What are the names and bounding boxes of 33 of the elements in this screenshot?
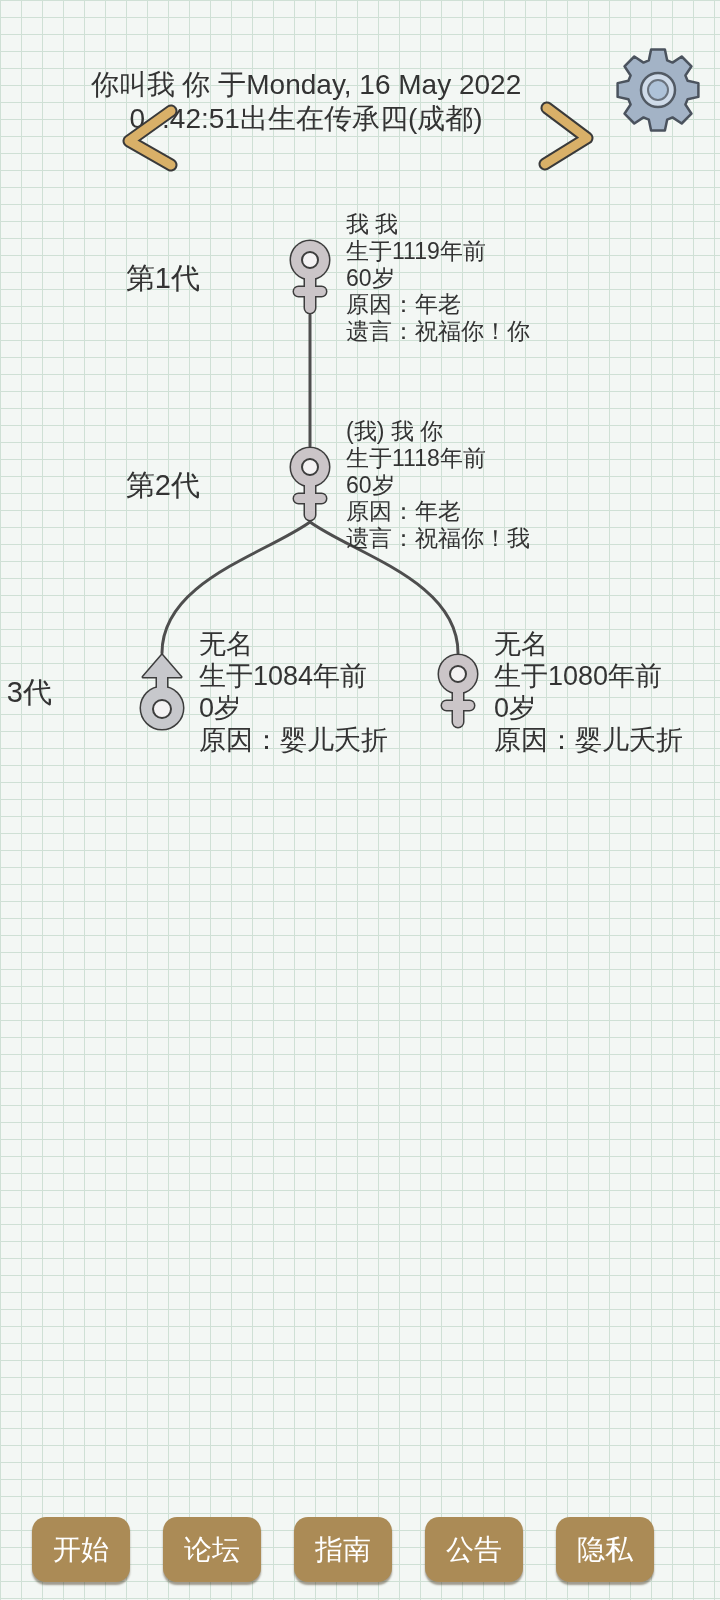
- person-name: 无名: [494, 628, 548, 660]
- death-cause-text: 原因：年老: [346, 498, 461, 526]
- generation-label: 3代: [6, 675, 52, 709]
- birth-text: 生于1119年前: [346, 237, 486, 265]
- title-text: .42:51出生在传承四(成都): [162, 102, 483, 136]
- last-words-text: 遗言：祝福你！我: [346, 525, 530, 552]
- death-cause-text: 原因：婴儿夭折: [199, 724, 388, 756]
- female-symbol-icon[interactable]: [287, 239, 333, 317]
- death-cause-text: 原因：婴儿夭折: [494, 724, 683, 756]
- female-symbol-icon[interactable]: [435, 653, 481, 731]
- nav-button[interactable]: 指南: [294, 1517, 392, 1582]
- nav-button[interactable]: 论坛: [163, 1517, 261, 1582]
- title-text: 你叫我 你 于Monday, 16 May 2022: [90, 68, 522, 102]
- birth-text: 生于1080年前: [494, 660, 663, 692]
- age-text: 60岁: [346, 264, 395, 292]
- person-name: (我) 我 你: [346, 418, 444, 445]
- male-symbol-icon[interactable]: [138, 653, 186, 731]
- birth-text: 生于1118年前: [346, 444, 486, 472]
- person-name: 无名: [199, 628, 253, 660]
- settings-icon[interactable]: [616, 46, 700, 134]
- last-words-text: 遗言：祝福你！你: [346, 318, 530, 345]
- female-symbol-icon[interactable]: [287, 446, 333, 524]
- nav-button[interactable]: 公告: [425, 1517, 523, 1582]
- person-name: 我 我: [346, 211, 399, 238]
- age-text: 60岁: [346, 471, 395, 499]
- age-text: 0岁: [494, 692, 537, 724]
- generation-label: 第2代: [125, 468, 200, 502]
- generation-label: 第1代: [125, 261, 200, 295]
- nav-button[interactable]: 开始: [32, 1517, 130, 1582]
- nav-button[interactable]: 隐私: [556, 1517, 654, 1582]
- birth-text: 生于1084年前: [199, 660, 368, 692]
- death-cause-text: 原因：年老: [346, 291, 461, 319]
- age-text: 0岁: [199, 692, 242, 724]
